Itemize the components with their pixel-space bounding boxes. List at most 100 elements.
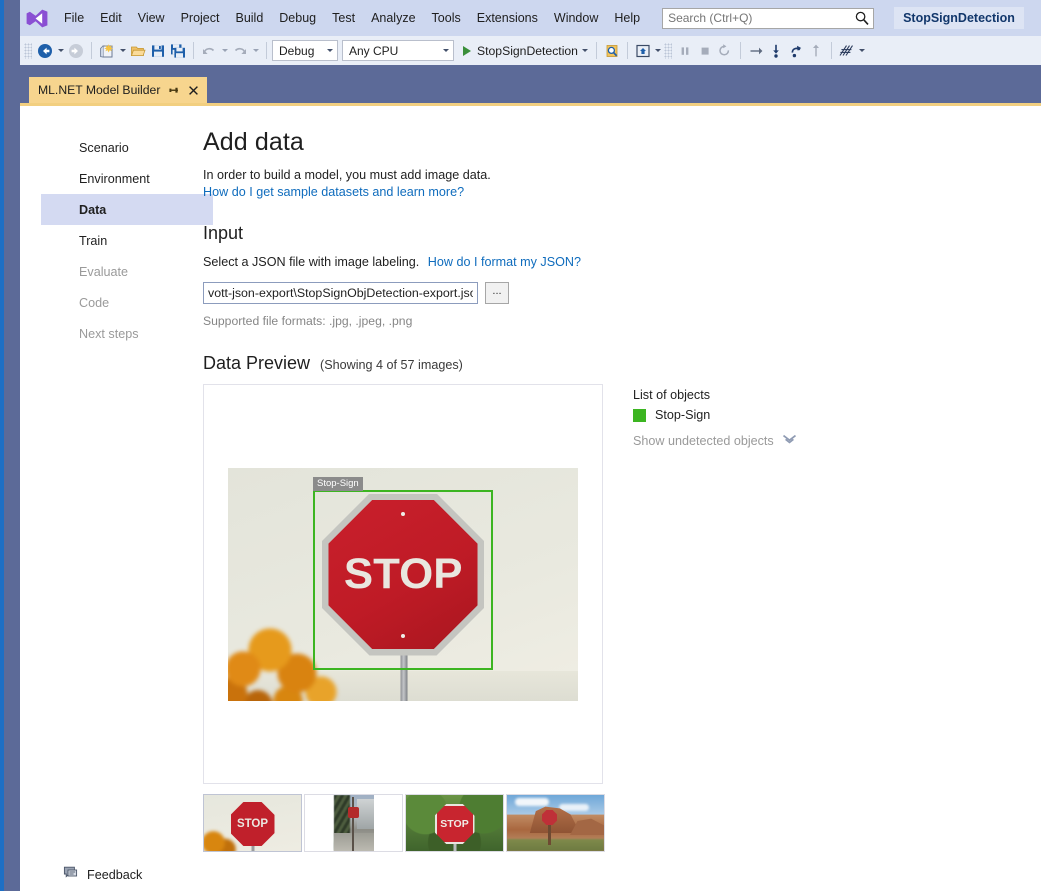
data-preview-heading: Data Preview (203, 353, 310, 374)
thumbnail-item-3[interactable]: STOP (405, 794, 504, 852)
step-out-button[interactable] (786, 40, 806, 61)
chevron-down-icon (443, 49, 449, 52)
sample-datasets-link[interactable]: How do I get sample datasets and learn m… (203, 185, 464, 199)
intellitrace-button[interactable] (837, 40, 857, 61)
search-icon[interactable] (855, 11, 869, 25)
restart-button[interactable] (715, 40, 735, 61)
sidebar-item-scenario[interactable]: Scenario (41, 132, 213, 163)
browse-button[interactable]: ... (485, 282, 509, 304)
file-picker-row: ... (203, 282, 1023, 304)
find-in-files-button[interactable] (602, 40, 622, 61)
undo-dropdown[interactable] (219, 40, 230, 61)
stop-square-icon (698, 44, 712, 58)
visual-studio-logo-icon (24, 8, 50, 28)
feedback-icon (63, 865, 78, 885)
object-legend-item[interactable]: Stop-Sign (633, 408, 797, 422)
start-debug-button[interactable]: StopSignDetection (458, 44, 580, 58)
menu-item-edit[interactable]: Edit (92, 7, 130, 29)
open-file-button[interactable] (128, 40, 148, 61)
intellitrace-dropdown[interactable] (857, 40, 868, 61)
object-color-swatch (633, 409, 646, 422)
close-icon[interactable] (187, 84, 200, 97)
sidebar-item-label: Scenario (79, 141, 129, 155)
sidebar-item-code: Code (41, 287, 213, 318)
step-up-button[interactable] (806, 40, 826, 61)
input-instruction: Select a JSON file with image labeling. (203, 255, 419, 269)
menu-item-file[interactable]: File (56, 7, 92, 29)
pause-icon (678, 44, 692, 58)
stop-button[interactable] (695, 40, 715, 61)
sidebar-item-label: Train (79, 234, 107, 248)
toolbar-grip-handle[interactable] (24, 43, 32, 59)
sidebar-item-environment[interactable]: Environment (41, 163, 213, 194)
chevron-double-down-icon (782, 434, 797, 448)
play-icon (463, 46, 471, 56)
navigate-back-dropdown[interactable] (55, 40, 66, 61)
model-builder-page: Scenario Environment Data Train Evaluate… (20, 106, 1041, 891)
step-into-button[interactable] (766, 40, 786, 61)
thumbnail-item-4[interactable] (506, 794, 605, 852)
tab-ml-net-model-builder[interactable]: ML.NET Model Builder (29, 77, 207, 103)
thumbnail-strip: STOP STOP (203, 794, 605, 852)
navigate-back-button[interactable] (35, 40, 55, 61)
sidebar-item-evaluate: Evaluate (41, 256, 213, 287)
pin-icon[interactable] (167, 84, 180, 97)
feedback-button[interactable]: Feedback (63, 865, 142, 885)
project-name-badge[interactable]: StopSignDetection (894, 7, 1024, 29)
pause-button[interactable] (675, 40, 695, 61)
sidebar-item-train[interactable]: Train (41, 225, 213, 256)
menu-item-debug[interactable]: Debug (271, 7, 324, 29)
live-share-dropdown[interactable] (653, 40, 664, 61)
undo-button[interactable] (199, 40, 219, 61)
redo-dropdown[interactable] (250, 40, 261, 61)
new-project-icon (99, 43, 115, 59)
save-button[interactable] (148, 40, 168, 61)
sidebar-item-data[interactable]: Data (41, 194, 213, 225)
menu-item-window[interactable]: Window (546, 7, 606, 29)
new-project-button[interactable] (97, 40, 117, 61)
json-format-link[interactable]: How do I format my JSON? (428, 255, 581, 269)
sidebar-item-label: Code (79, 296, 109, 310)
toolbar-separator (266, 42, 267, 59)
sidebar-item-label: Environment (79, 172, 150, 186)
thumbnail-item-2[interactable] (304, 794, 403, 852)
page-content: Add data In order to build a model, you … (203, 128, 1023, 852)
wizard-step-nav: Scenario Environment Data Train Evaluate… (41, 132, 213, 349)
menu-item-extensions[interactable]: Extensions (469, 7, 546, 29)
live-share-icon (635, 43, 651, 59)
live-share-button[interactable] (633, 40, 653, 61)
redo-icon (232, 43, 248, 59)
tab-label: ML.NET Model Builder (38, 83, 160, 97)
object-name-label: Stop-Sign (655, 408, 710, 422)
step-over-button[interactable] (746, 40, 766, 61)
menu-item-project[interactable]: Project (173, 7, 228, 29)
page-description: In order to build a model, you must add … (203, 167, 1023, 183)
menu-item-tools[interactable]: Tools (424, 7, 469, 29)
json-file-path-input[interactable] (203, 282, 478, 304)
platform-combobox[interactable]: Any CPU (342, 40, 454, 61)
menu-item-view[interactable]: View (130, 7, 173, 29)
toolbar-separator (91, 42, 92, 59)
new-project-dropdown[interactable] (117, 40, 128, 61)
menu-item-build[interactable]: Build (227, 7, 271, 29)
menu-item-help[interactable]: Help (606, 7, 648, 29)
save-all-button[interactable] (168, 40, 188, 61)
navigate-forward-button[interactable] (66, 40, 86, 61)
window-left-slate-strip (4, 0, 20, 891)
search-input[interactable] (662, 8, 874, 29)
toolbar-separator (627, 42, 628, 59)
bounding-box[interactable]: Stop-Sign (313, 490, 493, 670)
start-debug-dropdown[interactable] (580, 40, 591, 61)
supported-formats-hint: Supported file formats: .jpg, .jpeg, .pn… (203, 314, 1023, 328)
menu-item-analyze[interactable]: Analyze (363, 7, 423, 29)
thumbnail-item-1[interactable]: STOP (203, 794, 302, 852)
configuration-value: Debug (279, 44, 321, 58)
configuration-combobox[interactable]: Debug (272, 40, 338, 61)
objects-panel-heading: List of objects (633, 388, 797, 402)
menu-item-test[interactable]: Test (324, 7, 363, 29)
sidebar-item-next-steps: Next steps (41, 318, 213, 349)
show-undetected-objects-toggle[interactable]: Show undetected objects (633, 434, 797, 448)
toolbar-grip-handle[interactable] (664, 43, 672, 59)
redo-button[interactable] (230, 40, 250, 61)
page-title: Add data (203, 128, 1023, 157)
